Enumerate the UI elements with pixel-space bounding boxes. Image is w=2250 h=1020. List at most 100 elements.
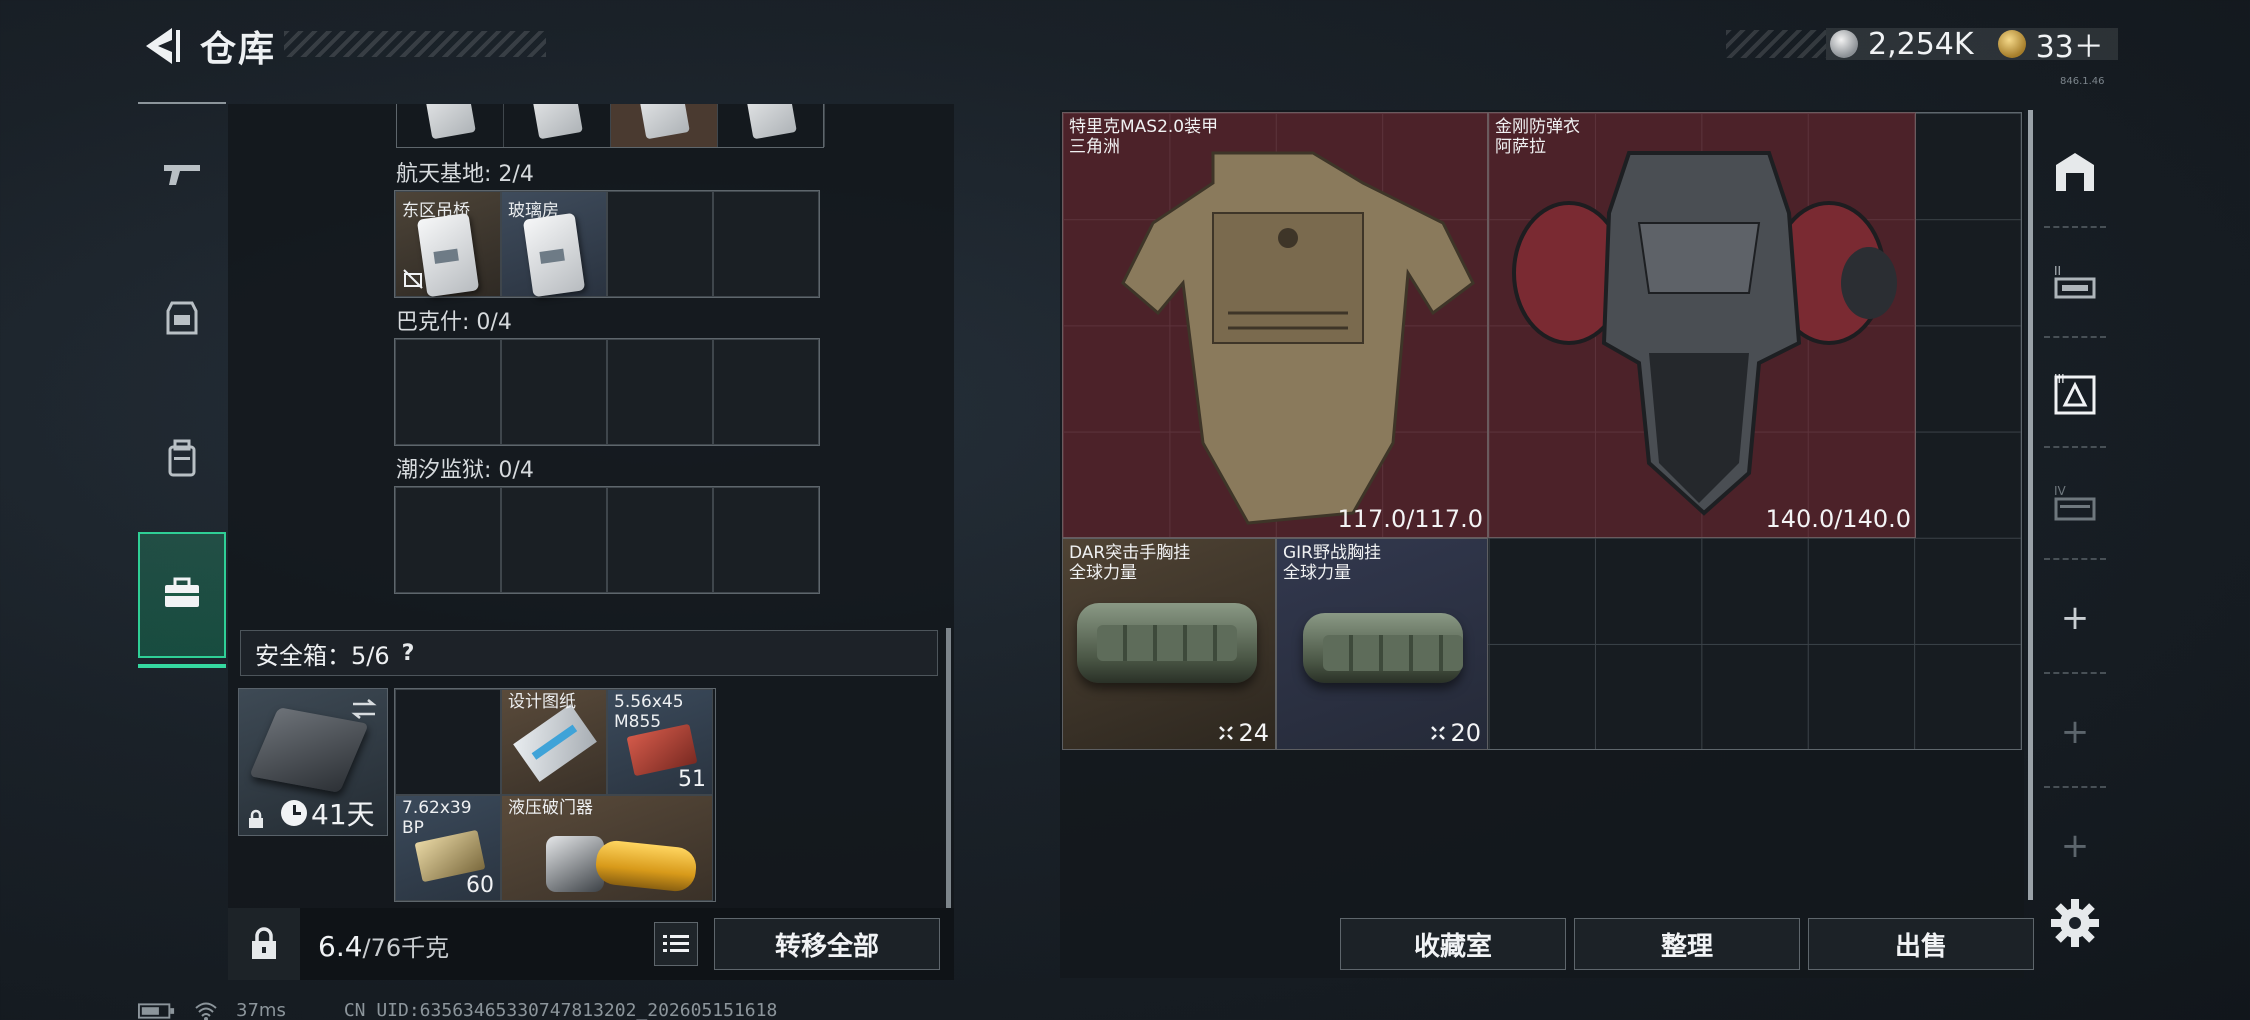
nav-equipment[interactable] [138, 252, 226, 386]
empty-slot[interactable] [713, 191, 819, 297]
key-grid-spacebase: 东区吊桥 玻璃房 [394, 190, 820, 298]
safebox-grid: 设计图纸 5.56x45 M855 51 7.62x39 BP 60 液压破门器 [394, 688, 716, 902]
breacher-icon [540, 832, 700, 896]
chest-rig-image [1077, 603, 1257, 683]
key-grid-tidal-prison [394, 486, 820, 594]
item-name: DAR突击手胸挂 全球力量 [1069, 543, 1191, 583]
weight-value: 6.4 [318, 930, 363, 963]
helmet-icon [160, 295, 204, 343]
warehouse-icon [2056, 153, 2094, 191]
grid-cell[interactable] [718, 104, 825, 147]
key-item[interactable]: 东区吊桥 [395, 191, 501, 298]
stash-item-armor[interactable]: 金刚防弹衣 阿萨拉 140.0/140.0 [1488, 112, 1916, 538]
item-capacity: 20 [1430, 719, 1481, 747]
section-label-bakhsh: 巴克什: 0/4 [396, 310, 512, 335]
swap-icon[interactable] [349, 697, 379, 721]
key-card-icon [636, 104, 690, 140]
empty-slot[interactable] [607, 191, 713, 297]
armor-vest-image [1121, 151, 1475, 525]
stash-page-3[interactable]: III [2034, 342, 2116, 446]
ping-text: 37ms [236, 1000, 286, 1020]
lock-icon [249, 809, 263, 828]
empty-slot[interactable] [395, 339, 501, 445]
section-label-spacebase: 航天基地: 2/4 [396, 162, 534, 187]
empty-slot[interactable] [501, 487, 607, 593]
battery-icon [138, 1002, 175, 1019]
silver-coin-icon [1830, 30, 1858, 58]
empty-slot[interactable] [713, 487, 819, 593]
item-capacity: 24 [1218, 719, 1269, 747]
uid-text: CN UID:6356346533074781​3202_20260515161… [343, 1000, 778, 1020]
safebox-item-ammo-762[interactable]: 7.62x39 BP 60 [395, 795, 501, 901]
stash-page-nav: II III IV + + + [2028, 110, 2116, 960]
grid-cell[interactable] [504, 104, 611, 147]
gear-icon[interactable] [2048, 896, 2102, 950]
empty-slot[interactable] [395, 689, 501, 795]
list-icon [663, 935, 689, 952]
stash-scrollbar[interactable] [2028, 110, 2033, 900]
empty-slot[interactable] [713, 339, 819, 445]
empty-slot[interactable] [501, 339, 607, 445]
stash-page-4[interactable]: IV [2034, 452, 2116, 556]
gold-currency-value[interactable]: 33＋ [2036, 22, 2104, 66]
section-label-tidal-prison: 潮汐监狱: 0/4 [396, 458, 534, 483]
list-view-button[interactable] [654, 922, 698, 966]
safebox-duration: 41天 [281, 793, 375, 833]
back-arrow-icon [146, 28, 180, 64]
lock-icon [252, 927, 276, 959]
stash-item-armor[interactable]: 特里克MAS2.0装甲 三角洲 117.0/117.0 [1062, 112, 1488, 538]
stash-page-1[interactable] [2034, 120, 2116, 224]
help-icon[interactable]: ? [402, 641, 415, 666]
sell-button[interactable]: 出售 [1808, 918, 2034, 970]
lock-button[interactable] [228, 908, 300, 980]
nav-weapons[interactable] [138, 108, 226, 242]
svg-text:IV: IV [2054, 484, 2067, 498]
safebox-slot[interactable]: 41天 [238, 688, 388, 836]
chest-rig-image [1303, 613, 1463, 683]
key-grid-bakhsh [394, 338, 820, 446]
empty-slot[interactable] [607, 487, 713, 593]
stash-page-2[interactable]: II [2034, 232, 2116, 336]
left-scrollbar[interactable] [946, 628, 951, 908]
add-stash-page-button[interactable]: + [2034, 796, 2116, 896]
toolbox-icon [160, 571, 204, 619]
plus-icon: + [2060, 598, 2090, 638]
nav-top-line [138, 102, 226, 104]
add-stash-page-button[interactable]: + [2034, 682, 2116, 782]
item-durability: 140.0/140.0 [1765, 505, 1912, 533]
empty-slot[interactable] [607, 339, 713, 445]
status-bar: 37ms CN UID:6356346533074781​3202_202605… [138, 1000, 777, 1020]
stash-page-4-icon: IV [2054, 484, 2096, 521]
safebox-label: 安全箱：5/6 [255, 641, 390, 670]
armor-vest-image [1512, 151, 1897, 516]
key-item[interactable]: 玻璃房 [501, 191, 607, 298]
grid-cell[interactable] [397, 104, 504, 147]
add-stash-page-button[interactable]: + [2034, 568, 2116, 668]
key-card-icon [416, 212, 480, 298]
blueprint-icon [513, 704, 597, 782]
safebox-item-ammo-556[interactable]: 5.56x45 M855 51 [607, 689, 713, 795]
stash-item-chest-rig[interactable]: DAR突击手胸挂 全球力量 24 [1062, 538, 1276, 750]
key-card-icon [529, 104, 583, 140]
collection-room-button[interactable]: 收藏室 [1340, 918, 1566, 970]
gold-coin-icon [1997, 30, 2026, 58]
item-name: 特里克MAS2.0装甲 三角洲 [1069, 117, 1219, 157]
plus-icon: + [2060, 712, 2090, 752]
back-button[interactable] [136, 22, 182, 70]
wifi-icon [195, 1002, 217, 1020]
grid-cell[interactable] [611, 104, 718, 147]
item-name: 金刚防弹衣 阿萨拉 [1495, 117, 1580, 157]
currency-bar: 2,254K 33＋ [1826, 26, 2118, 65]
sort-button[interactable]: 整理 [1574, 918, 1800, 970]
nav-toolbox[interactable] [138, 532, 226, 668]
collection-row-partial [396, 104, 825, 148]
stash-item-chest-rig[interactable]: GIR野战胸挂 全球力量 20 [1276, 538, 1488, 750]
safebox-item-hydraulic-breacher[interactable]: 液压破门器 [501, 795, 713, 901]
nav-backpack[interactable] [138, 394, 226, 528]
safebox-item-blueprint[interactable]: 设计图纸 [501, 689, 607, 795]
empty-slot[interactable] [395, 487, 501, 593]
transfer-all-button[interactable]: 转移全部 [714, 918, 940, 970]
silver-currency-value: 2,254K [1868, 26, 1974, 62]
item-name: 7.62x39 BP [402, 798, 472, 838]
key-card-icon [522, 212, 586, 298]
